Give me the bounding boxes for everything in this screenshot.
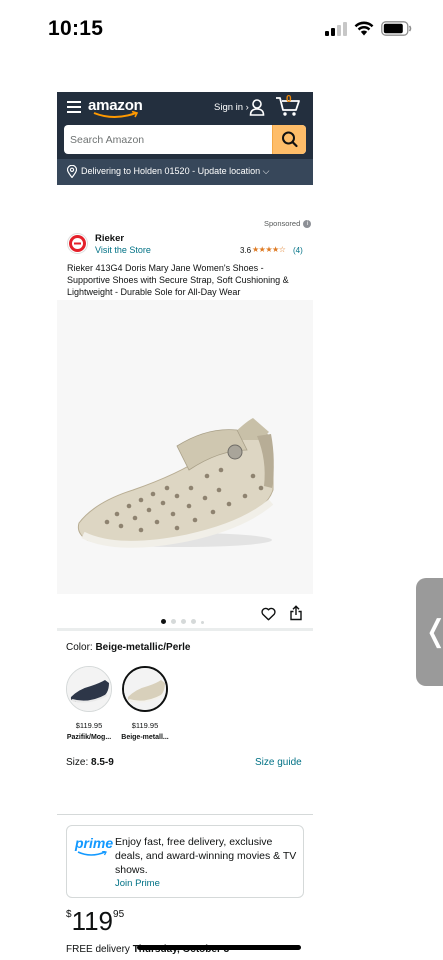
carousel-dot[interactable] <box>161 619 166 624</box>
sponsored-text: Sponsored <box>264 219 301 228</box>
rating-count-link[interactable]: (4) <box>293 246 303 255</box>
rating-value: 3.6 <box>240 246 252 255</box>
wifi-icon <box>354 21 374 36</box>
user-icon[interactable] <box>249 98 265 116</box>
logo-smile-icon <box>93 111 139 118</box>
size-value: 8.5-9 <box>91 757 114 768</box>
chevron-left-icon: ❬ <box>423 614 443 649</box>
prime-smile-icon <box>77 851 107 856</box>
shoe-image <box>77 418 274 548</box>
sponsored-label[interactable]: Sponsored i <box>264 219 312 229</box>
color-label: Color: <box>66 642 96 653</box>
cart-button[interactable]: 0 <box>275 94 301 117</box>
size-label: Size: <box>66 757 92 768</box>
search-icon <box>282 131 298 148</box>
amazon-logo[interactable]: amazon <box>88 97 148 119</box>
product-title[interactable]: Rieker 413G4 Doris Mary Jane Women's Sho… <box>67 262 307 298</box>
prime-promo-box[interactable]: prime Enjoy fast, free delivery, exclusi… <box>66 825 304 898</box>
status-bar: 10:15 <box>0 0 443 60</box>
visit-store-link[interactable]: Visit the Store <box>95 245 151 255</box>
search-bar <box>64 125 306 154</box>
divider <box>57 628 313 631</box>
product-image[interactable] <box>57 300 313 594</box>
size-guide-link[interactable]: Size guide <box>255 757 302 768</box>
divider <box>57 814 313 815</box>
color-swatch-beige-metallic[interactable] <box>122 666 168 712</box>
free-delivery-prefix: FREE delivery <box>66 944 133 955</box>
share-icon[interactable] <box>289 605 303 621</box>
price-symbol: $ <box>66 909 72 920</box>
swatch-price: $119.95 <box>131 721 159 730</box>
navy-shoe-thumbnail <box>67 667 111 711</box>
swatch-name: Beige-metall... <box>121 734 169 741</box>
search-button[interactable] <box>272 125 306 154</box>
location-pin-icon <box>67 165 77 178</box>
brand-logo[interactable] <box>67 233 88 254</box>
delivery-location-text: Delivering to Holden 01520 - Update loca… <box>81 166 270 176</box>
amazon-product-page: amazon Sign in › 0 Search Amazon Deliver… <box>57 92 313 960</box>
rieker-logo-icon <box>69 235 86 252</box>
side-panel-handle[interactable]: ❬ <box>416 578 443 686</box>
amazon-header: amazon Sign in › 0 Search Amazon Deliver… <box>57 92 313 185</box>
prime-logo: prime <box>75 835 113 857</box>
prime-logo-text: prime <box>75 835 114 851</box>
sign-in-link[interactable]: Sign in › <box>214 102 249 113</box>
brand-name: Rieker <box>95 233 125 244</box>
delivery-location-bar[interactable]: Delivering to Holden 01520 - Update loca… <box>57 159 313 185</box>
image-carousel-dots[interactable] <box>161 611 209 624</box>
star-rating-icon[interactable]: ★★★★☆ <box>252 245 286 254</box>
price-fraction: 95 <box>113 909 125 920</box>
menu-icon[interactable] <box>67 101 81 113</box>
prime-description: Enjoy fast, free delivery, exclusive dea… <box>115 836 297 876</box>
beige-shoe-thumbnail <box>124 668 166 710</box>
size-selection-label[interactable]: Size: 8.5-9 <box>66 757 114 768</box>
search-input[interactable] <box>64 125 272 154</box>
cellular-signal-icon <box>325 22 347 36</box>
info-icon: i <box>303 220 312 229</box>
carousel-dot[interactable] <box>191 619 196 624</box>
color-swatch-pazifik[interactable] <box>66 666 112 712</box>
join-prime-link[interactable]: Join Prime <box>115 878 160 889</box>
swatch-name: Pazifik/Mog... <box>66 734 112 741</box>
color-selection-label: Color: Beige-metallic/Perle <box>66 642 191 653</box>
swatch-price: $119.95 <box>75 721 103 730</box>
carousel-dot[interactable] <box>201 621 204 624</box>
home-indicator[interactable] <box>137 945 301 950</box>
carousel-dot[interactable] <box>171 619 176 624</box>
cart-count: 0 <box>286 94 292 105</box>
price-whole: 119 <box>71 906 114 936</box>
carousel-dot[interactable] <box>181 619 186 624</box>
battery-icon <box>381 21 412 36</box>
price: $11995 <box>66 906 124 937</box>
status-time: 10:15 <box>48 17 104 40</box>
color-value: Beige-metallic/Perle <box>95 642 191 653</box>
heart-icon[interactable] <box>261 607 276 621</box>
